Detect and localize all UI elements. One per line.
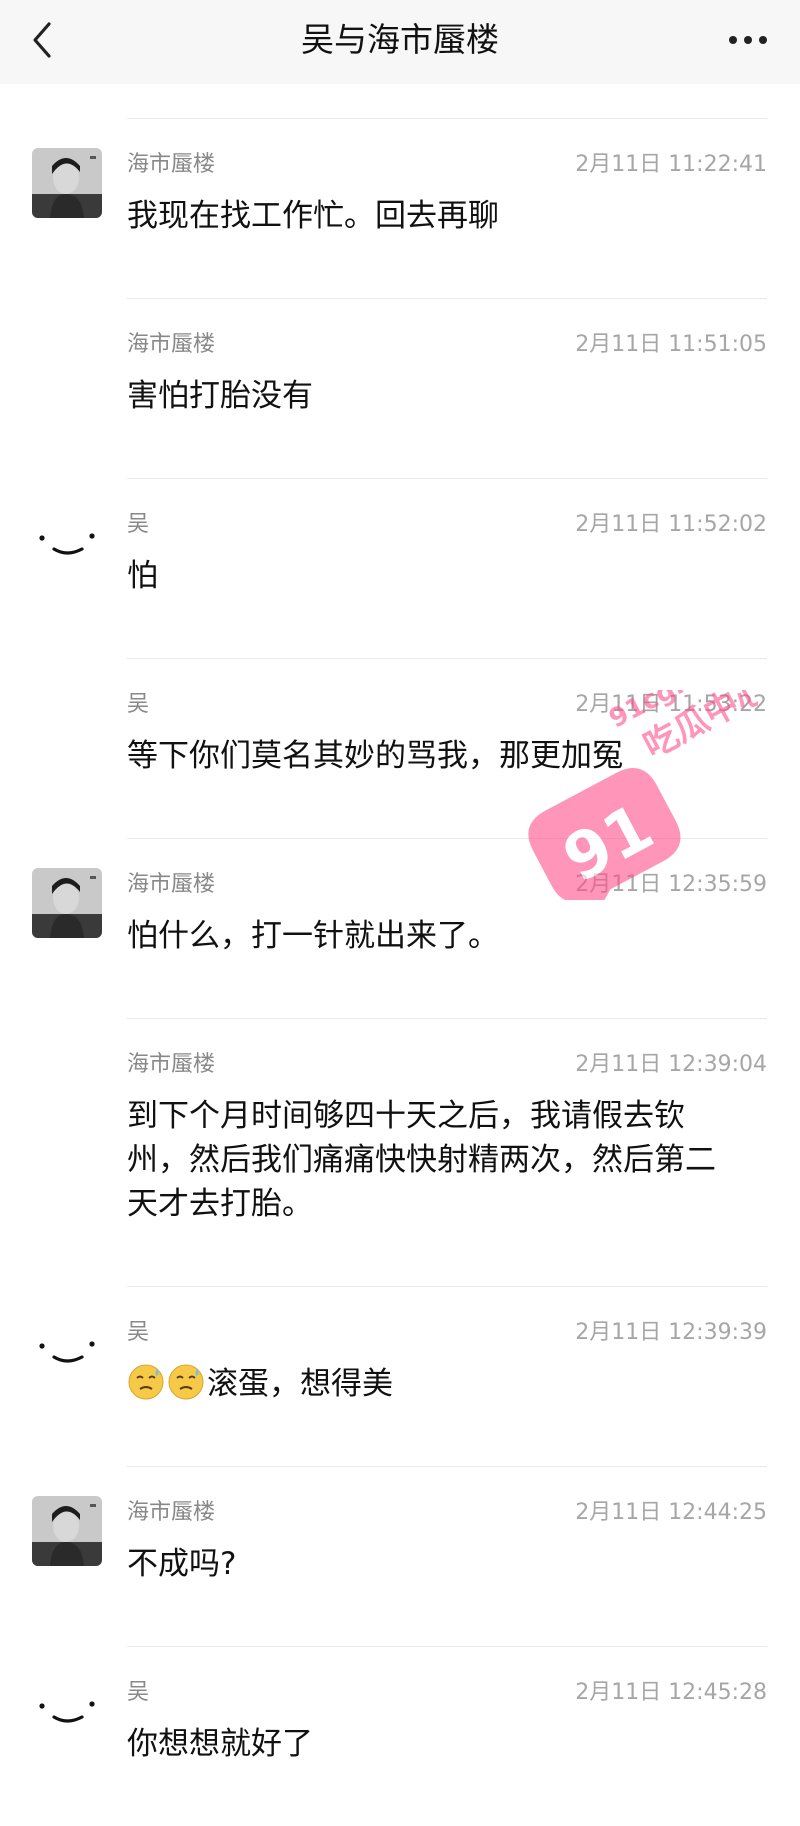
avatar[interactable]	[32, 868, 102, 938]
divider	[127, 1646, 767, 1647]
message-item[interactable]: 吴 2月11日 12:39:39 滚蛋，想得美	[0, 1286, 800, 1466]
message-text: 滚蛋，想得美	[207, 1366, 393, 1402]
smile-face-icon	[32, 508, 102, 578]
top-bar: 吴与海市蜃楼	[0, 0, 800, 84]
divider	[127, 1466, 767, 1467]
message-content: 滚蛋，想得美	[127, 1362, 740, 1406]
message-item[interactable]: 吴 2月11日 11:52:02 怕	[0, 478, 800, 658]
divider	[127, 478, 767, 479]
timestamp: 2月11日 12:44:25	[575, 1500, 767, 1525]
message-item[interactable]: 海市蜃楼 2月11日 12:44:25 不成吗?	[0, 1466, 800, 1646]
avatar-photo	[32, 868, 102, 938]
avatar[interactable]	[32, 1676, 102, 1746]
divider	[127, 298, 767, 299]
avatar[interactable]	[32, 1316, 102, 1386]
message-text: 你想想就好了	[127, 1726, 313, 1762]
message-text: 怕	[127, 558, 158, 594]
message-item[interactable]: 海市蜃楼 2月11日 11:51:05 害怕打胎没有	[0, 298, 800, 478]
divider	[127, 1018, 767, 1019]
sweat-smile-emoji-icon	[168, 1364, 204, 1400]
smile-face-icon	[32, 1316, 102, 1386]
message-text: 我现在找工作忙。回去再聊	[127, 198, 499, 234]
timestamp: 2月11日 11:51:05	[575, 332, 767, 357]
timestamp: 2月11日 11:22:41	[575, 152, 767, 177]
timestamp: 2月11日 11:52:02	[575, 512, 767, 537]
avatar[interactable]	[32, 508, 102, 578]
timestamp: 2月11日 12:39:39	[575, 1320, 767, 1345]
message-text: 怕什么，打一针就出来了。	[127, 918, 499, 954]
divider	[127, 658, 767, 659]
divider	[127, 1286, 767, 1287]
message-list: 海市蜃楼 2月11日 11:22:41 我现在找工作忙。回去再聊 海市蜃楼 2月…	[0, 118, 800, 1826]
avatar-photo	[32, 148, 102, 218]
message-item[interactable]: 海市蜃楼 2月11日 12:39:04 到下个月时间够四十天之后，我请假去钦州，…	[0, 1018, 800, 1286]
message-item[interactable]: 海市蜃楼 2月11日 11:22:41 我现在找工作忙。回去再聊	[0, 118, 800, 298]
avatar-photo	[32, 1496, 102, 1566]
message-text: 到下个月时间够四十天之后，我请假去钦州，然后我们痛痛快快射精两次，然后第二天才去…	[127, 1098, 716, 1222]
watermark-logo: 91 91cg.dev 吃瓜中心	[528, 690, 758, 900]
ellipsis-icon	[729, 36, 767, 44]
smile-face-icon	[32, 1676, 102, 1746]
timestamp: 2月11日 12:45:28	[575, 1680, 767, 1705]
more-button[interactable]	[726, 20, 770, 60]
sweat-smile-emoji-icon	[128, 1364, 164, 1400]
divider	[127, 118, 767, 119]
message-text: 害怕打胎没有	[127, 378, 313, 414]
message-item[interactable]: 吴 2月11日 12:45:28 你想想就好了	[0, 1646, 800, 1826]
chat-title: 吴与海市蜃楼	[301, 20, 499, 59]
avatar[interactable]	[32, 1496, 102, 1566]
avatar[interactable]	[32, 148, 102, 218]
timestamp: 2月11日 12:39:04	[575, 1052, 767, 1077]
